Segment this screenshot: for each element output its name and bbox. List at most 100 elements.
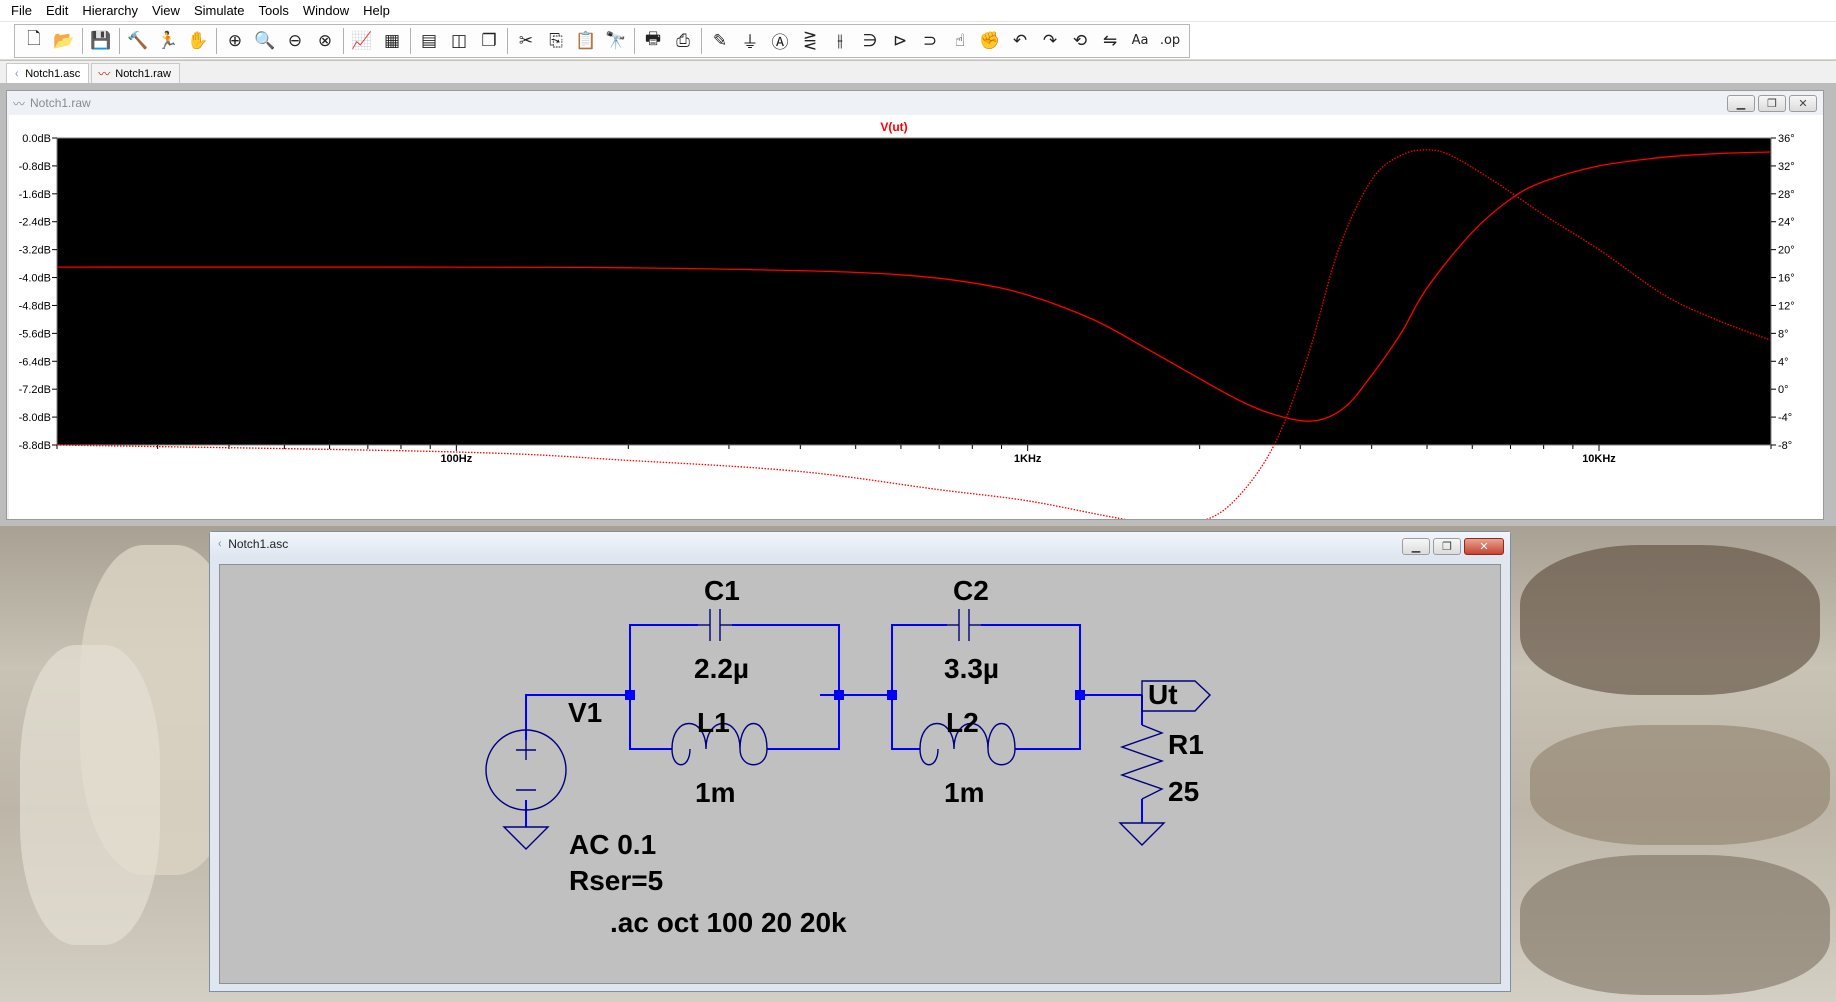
ground-icon[interactable]	[502, 826, 550, 850]
plot-background[interactable]	[56, 137, 1772, 446]
text-button[interactable]: Aa	[1125, 27, 1155, 55]
wire[interactable]	[891, 695, 920, 750]
paste-button[interactable]: 📋	[571, 27, 601, 55]
minimize-icon: ▁	[1736, 97, 1746, 110]
new-schematic-button[interactable]: 🗋	[19, 27, 49, 55]
c1-name[interactable]: C1	[704, 575, 740, 607]
close-button[interactable]: ✕	[1464, 538, 1504, 555]
capacitor-c1[interactable]	[698, 609, 732, 641]
schematic-icon: ᚲ	[216, 537, 224, 551]
cascade-button[interactable]: ❐	[474, 27, 504, 55]
voltage-source-v1[interactable]	[485, 729, 567, 811]
move-icon: ☝	[954, 30, 966, 51]
print-button[interactable]: 🖶	[638, 27, 668, 55]
junction-dot[interactable]	[887, 690, 897, 700]
menu-hierarchy[interactable]: Hierarchy	[75, 0, 145, 22]
redo-icon: ↷	[1042, 30, 1058, 51]
zoom-in-button[interactable]: ⊕	[220, 27, 250, 55]
r1-value[interactable]: 25	[1168, 776, 1199, 808]
c2-name[interactable]: C2	[953, 575, 989, 607]
zoom-out-button[interactable]: ⊖	[280, 27, 310, 55]
menu-tools[interactable]: Tools	[252, 0, 296, 22]
resistor-r1[interactable]	[1119, 724, 1165, 800]
tile-vertical-button[interactable]: ◫	[444, 27, 474, 55]
restore-button[interactable]: ❐	[1758, 95, 1786, 112]
junction-dot[interactable]	[625, 690, 635, 700]
resistor-button[interactable]: ⋛	[795, 27, 825, 55]
wire[interactable]	[1015, 695, 1081, 750]
save-button[interactable]: 💾	[86, 27, 116, 55]
ground-button[interactable]: ⏚	[735, 27, 765, 55]
open-button[interactable]: 📂	[49, 27, 79, 55]
cut-button[interactable]: ✂	[511, 27, 541, 55]
schematic-window-titlebar[interactable]: ᚲ Notch1.asc	[210, 532, 1510, 556]
r1-name[interactable]: R1	[1168, 729, 1204, 761]
y-tick-label-left: -4.0dB	[19, 273, 51, 285]
v1-series-resistance[interactable]: Rser=5	[569, 865, 663, 897]
component-button[interactable]: ⊃	[915, 27, 945, 55]
menu-help[interactable]: Help	[356, 0, 397, 22]
l2-name[interactable]: L2	[946, 707, 979, 739]
rotate-button[interactable]: ⟲	[1065, 27, 1095, 55]
l1-name[interactable]: L1	[697, 707, 730, 739]
redo-button[interactable]: ↷	[1035, 27, 1065, 55]
wire[interactable]	[767, 695, 840, 750]
c1-value[interactable]: 2.2µ	[694, 653, 749, 685]
menu-window[interactable]: Window	[296, 0, 356, 22]
drag-button[interactable]: ✊	[975, 27, 1005, 55]
run-button[interactable]: 🏃	[153, 27, 183, 55]
label-net-button[interactable]: Ⓐ	[765, 27, 795, 55]
undo-button[interactable]: ↶	[1005, 27, 1035, 55]
waveform-window[interactable]: 〰 Notch1.raw ▁ ❐ ✕ V(ut) 0.0dB -0.8dB -1.6d…	[6, 90, 1824, 520]
fft-button[interactable]: ▦	[377, 27, 407, 55]
waveform-window-titlebar[interactable]: 〰 Notch1.raw	[7, 91, 1823, 115]
minimize-button[interactable]: ▁	[1727, 95, 1755, 112]
schematic-drawing[interactable]	[220, 565, 1502, 985]
tab-notch1-asc[interactable]: ᚲ Notch1.asc	[6, 63, 90, 83]
wire[interactable]	[629, 624, 698, 695]
print-setup-button[interactable]: ⎙	[668, 27, 698, 55]
wire[interactable]	[891, 624, 947, 695]
l1-value[interactable]: 1m	[695, 777, 735, 809]
wire[interactable]	[629, 695, 672, 750]
waveform-plot[interactable]: V(ut) 0.0dB -0.8dB -1.6dB -2.4dB -3.2dB -4.0dB…	[9, 115, 1823, 519]
pan-button[interactable]: ✋	[183, 27, 213, 55]
control-panel-button[interactable]: 🔨	[123, 27, 153, 55]
menu-view[interactable]: View	[145, 0, 187, 22]
inductor-button[interactable]: ∋	[855, 27, 885, 55]
capacitor-button[interactable]: ⫲	[825, 27, 855, 55]
v1-name[interactable]: V1	[568, 697, 602, 729]
menu-file[interactable]: File	[4, 0, 39, 22]
menu-simulate[interactable]: Simulate	[187, 0, 252, 22]
junction-dot[interactable]	[834, 690, 844, 700]
plot-pane[interactable]: V(ut) 0.0dB -0.8dB -1.6dB -2.4dB -3.2dB -4.0dB…	[9, 115, 1823, 519]
close-button[interactable]: ✕	[1789, 95, 1817, 112]
restore-icon: ❐	[1442, 540, 1452, 553]
c2-value[interactable]: 3.3µ	[944, 653, 999, 685]
tab-notch1-raw[interactable]: 〰 Notch1.raw	[91, 63, 180, 83]
l2-value[interactable]: 1m	[944, 777, 984, 809]
tile-horizontal-button[interactable]: ▤	[414, 27, 444, 55]
restore-button[interactable]: ❐	[1433, 538, 1461, 555]
wire-button[interactable]: ✎	[705, 27, 735, 55]
spice-directive-button[interactable]: .op	[1155, 27, 1185, 55]
spice-directive[interactable]: .ac oct 100 20 20k	[610, 907, 847, 939]
zoom-cancel-button[interactable]: ⊗	[310, 27, 340, 55]
zoom-full-button[interactable]: 🔍	[250, 27, 280, 55]
junction-dot[interactable]	[1075, 690, 1085, 700]
v1-value[interactable]: AC 0.1	[569, 829, 656, 861]
move-button[interactable]: ☝	[945, 27, 975, 55]
menu-edit[interactable]: Edit	[39, 0, 75, 22]
mirror-button[interactable]: ⇋	[1095, 27, 1125, 55]
ground-icon[interactable]	[1118, 822, 1166, 846]
diode-button[interactable]: ⊳	[885, 27, 915, 55]
find-button[interactable]: 🔭	[601, 27, 631, 55]
output-net-label[interactable]: Ut	[1148, 679, 1178, 711]
schematic-canvas[interactable]: C1 2.2µ C2 3.3µ L1 1m L2 1m V1 AC 0.1 Rs…	[219, 564, 1501, 984]
trace-label[interactable]: V(ut)	[880, 120, 907, 134]
minimize-button[interactable]: ▁	[1402, 538, 1430, 555]
autorange-button[interactable]: 📈	[347, 27, 377, 55]
capacitor-c2[interactable]	[947, 609, 981, 641]
schematic-window[interactable]: ᚲ Notch1.asc ▁ ❐ ✕ C1 2.2µ C2 3.3µ L1 1m…	[209, 531, 1511, 992]
copy-button[interactable]: ⎘	[541, 27, 571, 55]
